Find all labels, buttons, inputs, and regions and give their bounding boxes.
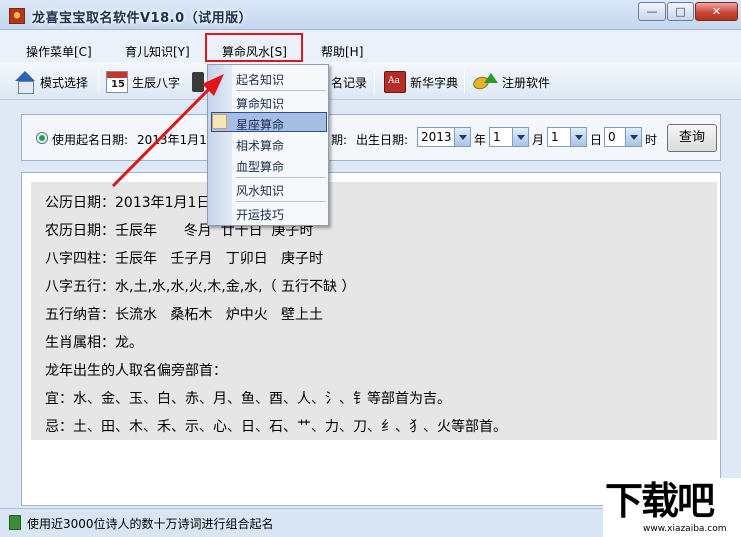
dropdown-item-fortune-knowledge[interactable]: 算命知识 [236,95,284,112]
result-line-zodiac: 生肖属相：龙。 [45,335,143,351]
status-text: 使用近3000位诗人的数十万诗词进行组合起名 [27,517,274,531]
result-text-area: 公历日期：2013年1月1日0时 农历日期：壬辰年 冬月 廿十日 庚子时 八字四… [31,182,717,440]
use-date-label: 使用起名日期: [52,133,129,147]
minimize-button[interactable]: — [638,2,666,21]
menu-separator [236,177,326,178]
toolbar-separator [374,70,375,94]
key-icon [472,71,498,93]
date-colon-label: 期: [331,133,348,147]
mode-select-label: 模式选择 [40,75,89,90]
record-icon [192,72,204,92]
menu-bar: 操作菜单[C] 育儿知识[Y] 算命风水[S] 帮助[H] [0,30,741,62]
month-select[interactable]: 1 [489,127,529,147]
menu-separator [236,90,326,91]
dropdown-item-constellation[interactable]: 星座算命 [236,116,284,133]
app-logo-icon [9,8,25,24]
chevron-down-icon[interactable] [454,128,470,146]
register-label: 注册软件 [502,75,551,90]
result-panel: 公历日期：2013年1月1日0时 农历日期：壬辰年 冬月 廿十日 庚子时 八字四… [21,172,721,506]
menu-highlight-box [205,33,303,62]
month-value: 1 [493,130,501,144]
result-line-radical-title: 龙年出生的人取名偏旁部首： [45,363,227,379]
query-button[interactable]: 查询 [667,124,717,152]
dropdown-item-blood-type[interactable]: 血型算命 [236,158,284,175]
calendar-icon [106,71,128,93]
birth-bazi-button[interactable]: 生辰八字 [106,70,180,94]
result-line-bazi: 八字四柱：壬辰年 壬子月 丁卯日 庚子时 [45,251,324,267]
constellation-icon [212,114,227,129]
hour-select[interactable]: 0 [604,127,642,147]
home-icon [14,71,36,94]
menu-parenting[interactable]: 育儿知识[Y] [125,43,190,60]
menu-operation[interactable]: 操作菜单[C] [26,43,92,60]
result-line-nayin: 五行纳音：长流水 桑柘木 炉中火 壁上土 [45,307,324,323]
use-date-radio[interactable] [36,132,48,144]
menu-separator [236,201,326,202]
toolbar-separator [464,70,465,94]
result-line-unfavorable: 忌：土、田、木、禾、示、心、日、石、艹、力、刀、纟、犭、火等部首。 [45,419,507,435]
dictionary-label: 新华字典 [410,75,459,90]
menu-help[interactable]: 帮助[H] [321,43,363,60]
year-unit: 年 [474,133,487,147]
year-value: 2013 [421,130,452,144]
birth-date-label: 出生日期: [356,133,409,147]
dropdown-item-luck-tips[interactable]: 开运技巧 [236,206,284,223]
name-record-button[interactable] [192,70,204,94]
close-button[interactable]: ✕ [695,2,738,21]
result-line-solar-date: 公历日期：2013年1月1日0时 [45,195,234,211]
register-button[interactable]: 注册软件 [472,70,550,94]
title-bar: 龙喜宝宝取名软件V18.0（试用版） — □ ✕ [0,0,741,30]
dictionary-icon [384,71,406,93]
date-panel: 使用起名日期: 2013年1月1日 期: 出生日期: 2013 年 1 月 1 … [21,114,721,161]
maximize-button[interactable]: □ [667,2,694,21]
mode-select-button[interactable]: 模式选择 [14,70,88,94]
toolbar: 模式选择 生辰八字 名记录 新华字典 注册软件 [0,62,741,100]
name-record-label-button[interactable]: 名记录 [331,70,367,94]
chevron-down-icon[interactable] [570,128,586,146]
window-title: 龙喜宝宝取名软件V18.0（试用版） [32,11,253,26]
day-select[interactable]: 1 [547,127,587,147]
result-line-five-elements: 八字五行：水,土,水,水,火,木,金,水,（ 五行不缺 ） [45,279,356,295]
watermark: 下载吧 www.xiazaiba.com [603,478,741,537]
month-unit: 月 [532,133,545,147]
chevron-down-icon[interactable] [625,128,641,146]
year-select[interactable]: 2013 [417,127,471,147]
hour-unit: 时 [645,133,658,147]
name-record-label: 名记录 [331,75,368,90]
birth-bazi-label: 生辰八字 [132,75,181,90]
day-unit: 日 [590,133,603,147]
dropdown-item-naming-knowledge[interactable]: 起名知识 [236,71,284,88]
result-line-favorable: 宜：水、金、玉、白、赤、月、鱼、酉、人、氵、钅等部首为吉。 [45,391,451,407]
day-value: 1 [551,130,559,144]
book-icon [9,515,21,530]
watermark-logo: 下载吧 [605,479,715,523]
dictionary-button[interactable]: 新华字典 [384,70,458,94]
watermark-url: www.xiazaiba.com [643,524,727,534]
chevron-down-icon[interactable] [512,128,528,146]
toolbar-separator [98,70,99,94]
dropdown-item-physiognomy[interactable]: 相术算命 [236,137,284,154]
hour-value: 0 [608,130,616,144]
fortune-dropdown-menu: 起名知识 算命知识 星座算命 相术算命 血型算命 风水知识 开运技巧 [207,64,329,226]
dropdown-item-fengshui[interactable]: 风水知识 [236,182,284,199]
menu-gutter [208,65,232,225]
